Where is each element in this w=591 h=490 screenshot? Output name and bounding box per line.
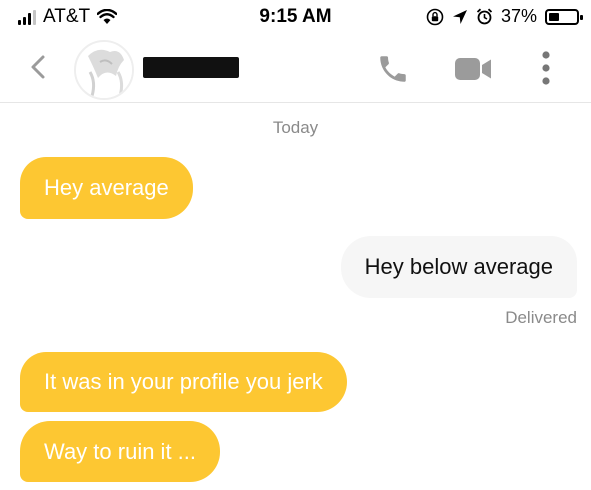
redacted-contact-name [143, 57, 239, 78]
avatar-photo [76, 42, 132, 98]
video-camera-icon [455, 58, 491, 80]
battery-icon [545, 8, 583, 25]
incoming-message[interactable]: Hey average [20, 157, 193, 219]
video-call-button[interactable] [454, 55, 494, 88]
incoming-message[interactable]: It was in your profile you jerk [20, 352, 347, 412]
phone-icon [380, 56, 406, 82]
more-options-button[interactable] [538, 50, 554, 91]
alarm-icon [476, 8, 493, 25]
day-separator: Today [272, 118, 319, 137]
incoming-message[interactable]: Way to ruin it ... [20, 421, 221, 482]
chevron-left-icon [31, 55, 45, 79]
battery-percent: 37% [500, 6, 537, 26]
chat-header [0, 36, 591, 103]
more-vertical-icon [542, 51, 550, 85]
status-bar: AT&T 9:15 AM 37% [0, 0, 591, 36]
avatar[interactable] [74, 40, 134, 100]
outgoing-message[interactable]: Hey below average [340, 236, 577, 298]
delivery-status: Delivered [505, 308, 577, 327]
location-arrow-icon [452, 9, 467, 24]
battery-level-fill [549, 12, 559, 21]
call-button[interactable] [376, 52, 410, 91]
rotation-lock-icon [426, 8, 444, 25]
back-button[interactable] [22, 50, 56, 84]
status-right: 37% [426, 6, 583, 27]
